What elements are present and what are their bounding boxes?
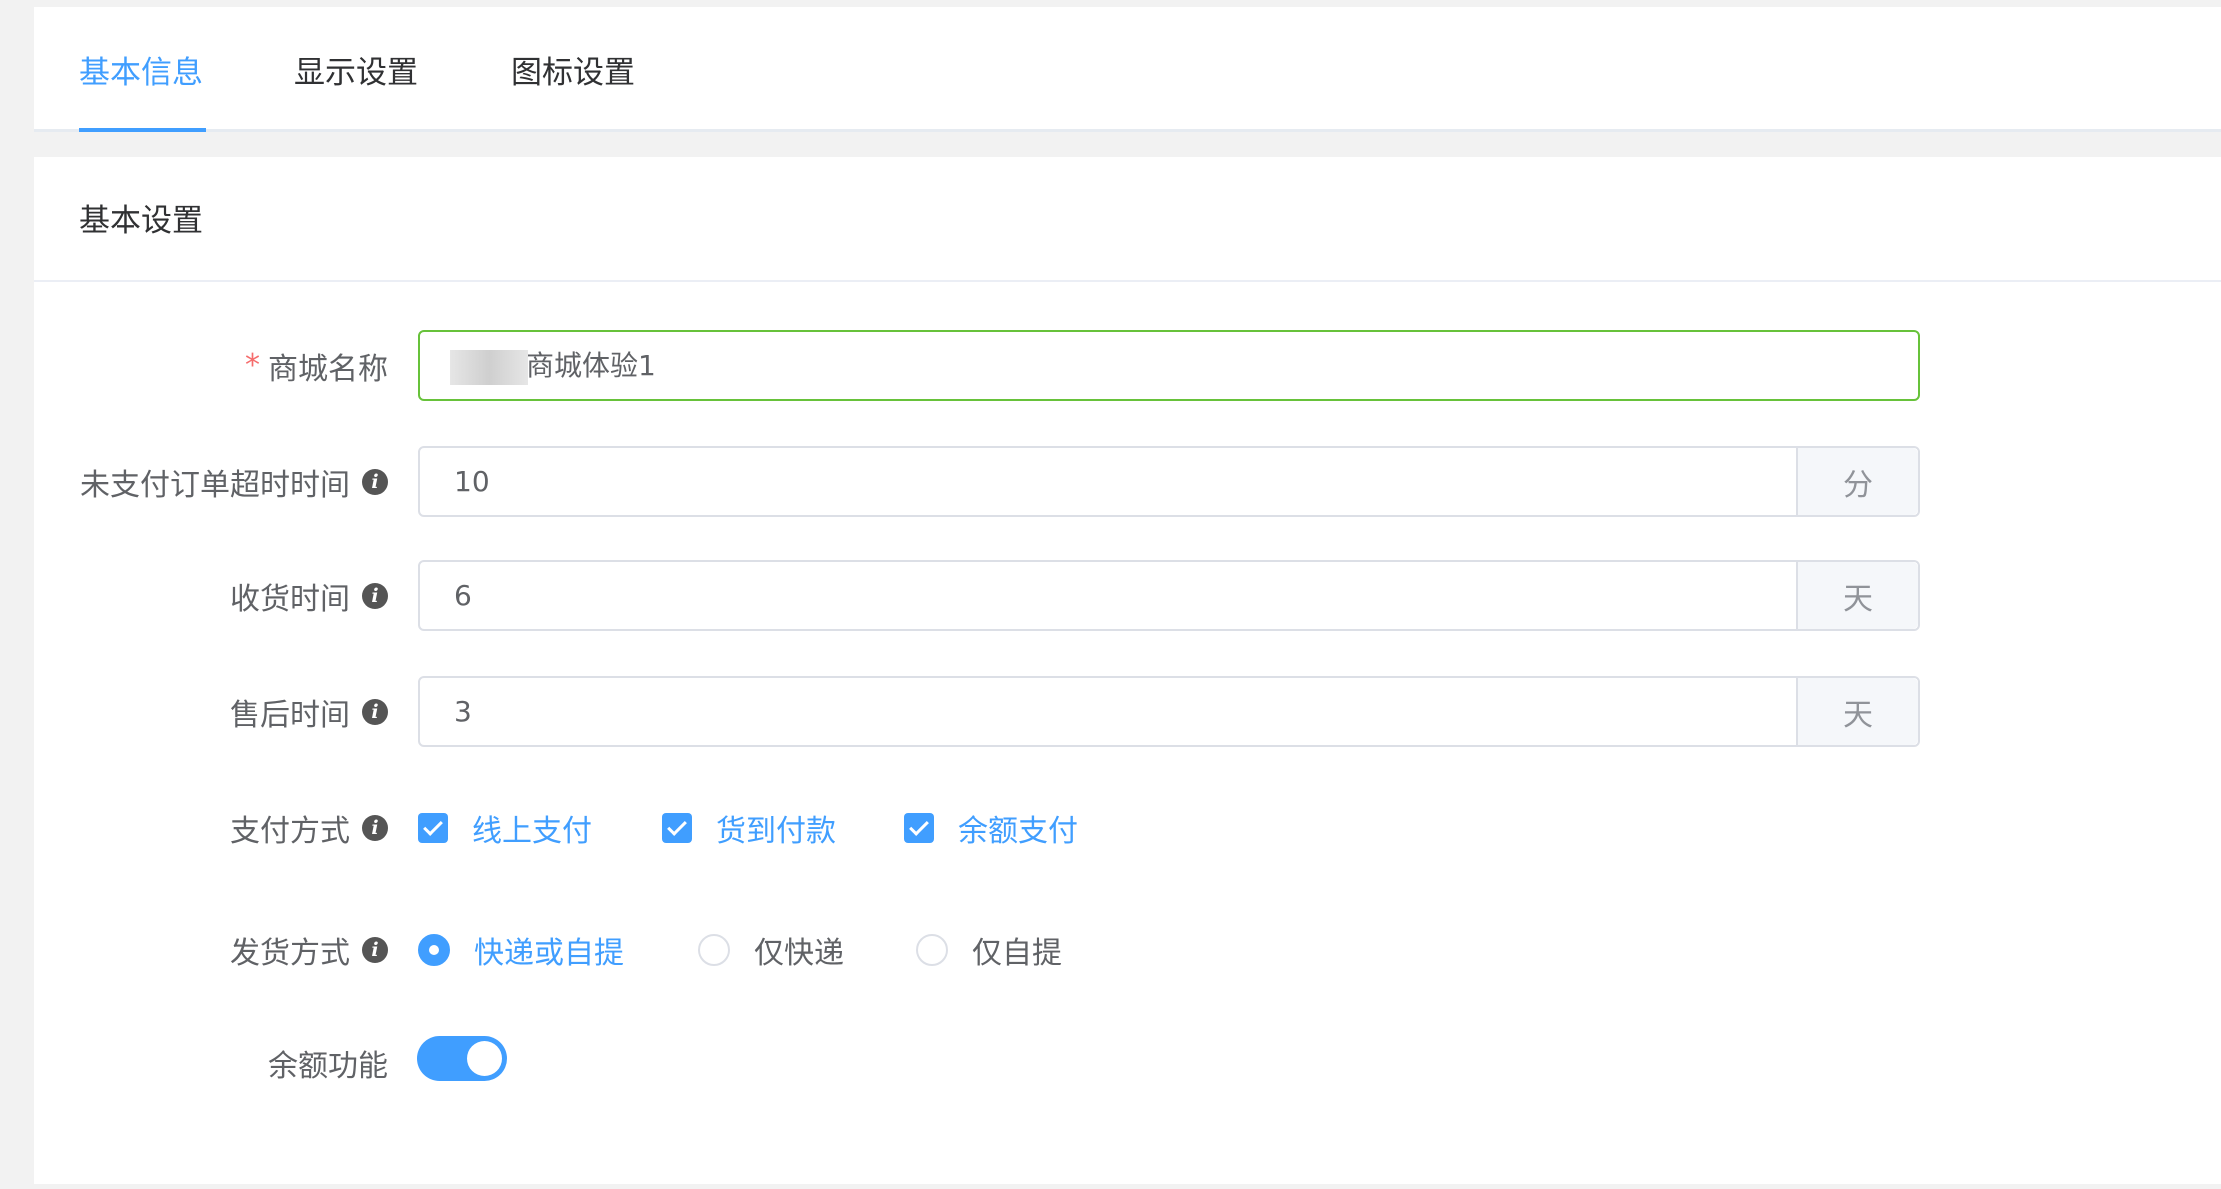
info-icon[interactable]: i xyxy=(362,468,388,495)
unpaid-timeout-field[interactable] xyxy=(420,448,1796,515)
info-icon[interactable]: i xyxy=(362,582,388,609)
after-sale-time-row: 售后时间 i 天 xyxy=(34,676,2221,747)
payment-methods-label: 支付方式 i xyxy=(230,792,388,863)
checkbox-checked-icon[interactable] xyxy=(904,812,934,843)
radio-express-or-pickup[interactable]: 快递或自提 xyxy=(418,928,624,972)
delivery-methods-row: 发货方式 i 快递或自提 仅快递 仅自提 xyxy=(34,914,2221,985)
balance-feature-row: 余额功能 xyxy=(34,1027,2221,1098)
unpaid-timeout-label-text: 未支付订单超时时间 xyxy=(80,467,350,503)
tabs-bar: 基本信息 显示设置 图标设置 xyxy=(34,7,2221,132)
after-sale-time-label-text: 售后时间 xyxy=(230,697,350,733)
radio-pickup-only[interactable]: 仅自提 xyxy=(916,928,1062,972)
unit-days: 天 xyxy=(1796,678,1918,745)
balance-feature-toggle[interactable] xyxy=(417,1036,507,1081)
radio-label: 仅快递 xyxy=(754,935,844,971)
checkbox-online-payment[interactable]: 线上支付 xyxy=(418,806,592,850)
balance-feature-label: 余额功能 xyxy=(268,1048,388,1084)
unpaid-timeout-row: 未支付订单超时时间 i 分 xyxy=(34,446,2221,517)
checkbox-cash-on-delivery[interactable]: 货到付款 xyxy=(662,806,836,850)
delivery-methods-label: 发货方式 i xyxy=(230,914,388,985)
receive-time-label-text: 收货时间 xyxy=(230,581,350,617)
info-icon[interactable]: i xyxy=(362,936,388,963)
shop-name-label-text: 商城名称 xyxy=(268,351,388,387)
active-tab-indicator xyxy=(79,128,206,132)
tab-icon-settings[interactable]: 图标设置 xyxy=(511,51,635,95)
tab-display-settings[interactable]: 显示设置 xyxy=(294,51,418,95)
unpaid-timeout-input[interactable]: 分 xyxy=(418,446,1920,517)
toggle-knob xyxy=(467,1041,502,1076)
receive-time-label: 收货时间 i xyxy=(230,560,388,631)
shop-name-field[interactable] xyxy=(420,332,1918,399)
radio-unselected-icon[interactable] xyxy=(698,933,730,966)
payment-methods-label-text: 支付方式 xyxy=(230,813,350,849)
info-icon[interactable]: i xyxy=(362,814,388,841)
checkbox-label: 线上支付 xyxy=(472,813,592,849)
receive-time-input[interactable]: 天 xyxy=(418,560,1920,631)
receive-time-row: 收货时间 i 天 xyxy=(34,560,2221,631)
unpaid-timeout-label: 未支付订单超时时间 i xyxy=(80,446,388,517)
card-title: 基本设置 xyxy=(79,203,203,239)
payment-methods-group: 线上支付 货到付款 余额支付 xyxy=(418,792,1150,863)
after-sale-time-field[interactable] xyxy=(420,678,1796,745)
required-mark: * xyxy=(245,348,260,383)
shop-name-input[interactable] xyxy=(418,330,1920,401)
radio-unselected-icon[interactable] xyxy=(916,933,948,966)
after-sale-time-input[interactable]: 天 xyxy=(418,676,1920,747)
tabs-divider xyxy=(34,129,2221,132)
unit-days: 天 xyxy=(1796,562,1918,629)
info-icon[interactable]: i xyxy=(362,698,388,725)
unit-minutes: 分 xyxy=(1796,448,1918,515)
after-sale-time-label: 售后时间 i xyxy=(230,676,388,747)
payment-methods-row: 支付方式 i 线上支付 货到付款 余额支付 xyxy=(34,792,2221,863)
delivery-methods-group: 快递或自提 仅快递 仅自提 xyxy=(418,914,1134,985)
basic-settings-card: 基本设置 * 商城名称 未支付订单超时时间 i 分 收货时间 i 天 xyxy=(34,157,2221,1184)
checkbox-checked-icon[interactable] xyxy=(418,812,448,843)
tab-basic-info[interactable]: 基本信息 xyxy=(79,51,203,95)
checkbox-checked-icon[interactable] xyxy=(662,812,692,843)
shop-name-label: * 商城名称 xyxy=(245,330,388,401)
card-header: 基本设置 xyxy=(34,157,2221,282)
shop-name-row: * 商城名称 xyxy=(34,330,2221,401)
radio-express-only[interactable]: 仅快递 xyxy=(698,928,844,972)
delivery-methods-label-text: 发货方式 xyxy=(230,935,350,971)
checkbox-label: 货到付款 xyxy=(716,813,836,849)
radio-label: 快递或自提 xyxy=(474,935,624,971)
radio-label: 仅自提 xyxy=(972,935,1062,971)
radio-selected-icon[interactable] xyxy=(418,933,450,966)
receive-time-field[interactable] xyxy=(420,562,1796,629)
redacted-text xyxy=(450,350,528,385)
checkbox-label: 余额支付 xyxy=(958,813,1078,849)
checkbox-balance-payment[interactable]: 余额支付 xyxy=(904,806,1078,850)
